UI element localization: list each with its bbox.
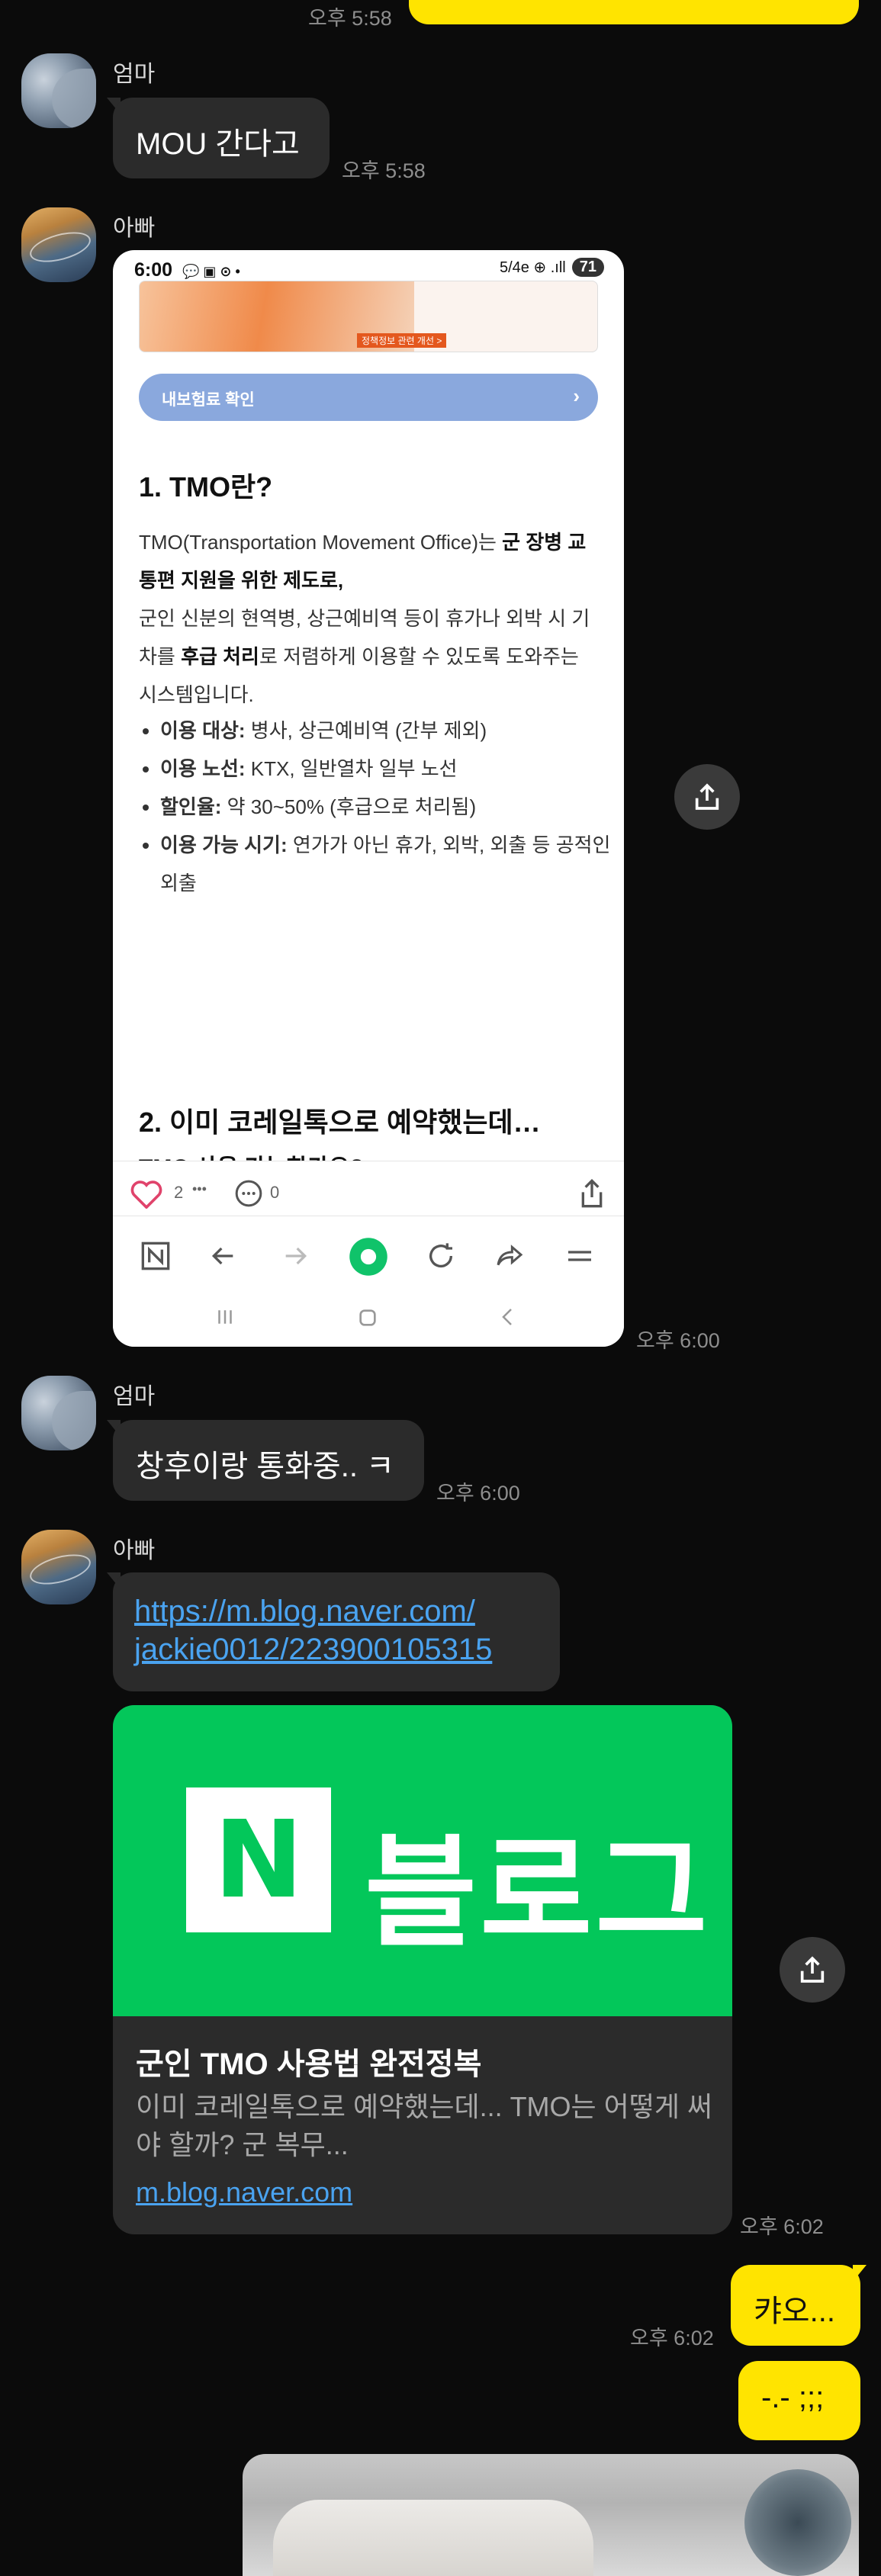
message-bubble[interactable]: MOU 간다고 (113, 98, 330, 178)
home-dot-icon (349, 1238, 387, 1276)
link-message-bubble[interactable]: https://m.blog.naver.com/ jackie0012/223… (113, 1572, 560, 1691)
outgoing-bubble-partial (409, 0, 859, 24)
my-message-bubble[interactable]: 캬오... (731, 2265, 860, 2346)
bullet-label: 이용 가능 시기: (160, 834, 288, 856)
bullet-text: 병사, 상근예비역 (간부 제외) (245, 719, 487, 742)
back-arrow-icon (211, 1247, 233, 1265)
signal-icon: 5/4e ⊕ .ıll (499, 259, 566, 276)
card-description: 이미 코레일톡으로 예약했는데... TMO는 어떻게 써야 할까? 군 복무.… (136, 2091, 713, 2160)
status-time-text: 6:00 (134, 259, 173, 281)
bullet-item: 이용 가능 시기: 연가가 아닌 휴가, 외박, 외출 등 공적인 외출 (160, 826, 618, 902)
blog-brand-text: 블로그 (365, 1821, 711, 1964)
card-url[interactable]: m.blog.naver.com (136, 2176, 352, 2208)
thumbnail-label: 정책정보 관련 개선 > (357, 333, 447, 348)
message-text: -.- ;;; (761, 2381, 825, 2414)
shared-photo[interactable] (243, 2454, 859, 2576)
avatar-dad[interactable] (21, 1530, 96, 1604)
heart-icon (130, 1180, 162, 1209)
article-paragraph: TMO(Transportation Movement Office)는 군 장… (139, 523, 596, 714)
avatar-mom[interactable] (21, 53, 96, 128)
like-count: 2 (174, 1183, 184, 1202)
bullet-label: 이용 노선: (160, 757, 246, 780)
article-thumbnail: 정책정보 관련 개선 > (139, 281, 598, 352)
my-message-bubble[interactable]: -.- ;;; (738, 2361, 860, 2440)
link-preview-card[interactable]: N 블로그 군인 TMO 사용법 완전정복 이미 코레일톡으로 예약했는데...… (113, 1705, 732, 2234)
bullet-text: 약 30~50% (후급으로 처리됨) (221, 795, 477, 818)
back-icon (502, 1309, 512, 1325)
naver-blog-banner: N 블로그 (113, 1705, 732, 2016)
message-bubble[interactable]: 창후이랑 통화중.. ㅋ (113, 1420, 424, 1501)
link-line: jackie0012/223900105315 (134, 1633, 493, 1666)
menu-icon (568, 1251, 591, 1261)
avatar-mom[interactable] (21, 1376, 96, 1450)
bullet-text: KTX, 일반열차 일부 노선 (245, 757, 458, 780)
button-label: 내보험료 확인 (162, 391, 255, 409)
share-icon (581, 1178, 603, 1208)
message-time: 오후 5:58 (308, 7, 392, 30)
bullet-item: 이용 대상: 병사, 상근예비역 (간부 제외) (160, 711, 618, 750)
share-icon (695, 783, 719, 810)
naver-n-icon (141, 1241, 170, 1270)
post-action-row: 2 ••• 0 (113, 1161, 624, 1222)
message-link[interactable]: https://m.blog.naver.com/ jackie0012/223… (134, 1595, 492, 1666)
forward-arrow-icon (285, 1247, 307, 1265)
article-bullet-list: 이용 대상: 병사, 상근예비역 (간부 제외) 이용 노선: KTX, 일반열… (139, 711, 618, 902)
share-button[interactable] (674, 764, 740, 830)
sender-name: 아빠 (113, 216, 156, 241)
status-time: 6:00 💬 ▣ ⊙ • (134, 259, 240, 281)
naver-n-letter: N (214, 1797, 304, 1922)
share-icon (800, 1956, 825, 1983)
article-heading-1: 1. TMO란? (139, 471, 273, 503)
message-time: 오후 5:58 (342, 159, 426, 182)
browser-toolbar (113, 1216, 624, 1293)
status-right: 5/4e ⊕ .ıll 71 (500, 258, 604, 277)
share-arrow-icon (497, 1245, 523, 1266)
insurance-check-button: 내보험료 확인 › (139, 374, 598, 421)
chevron-right-icon: › (573, 384, 580, 407)
article-heading-cut: TMO 사용 가능한가요? (139, 1148, 364, 1161)
more-dots: ••• (192, 1181, 207, 1196)
message-time: 오후 6:00 (636, 1329, 720, 1352)
message-text: 캬오... (754, 2295, 835, 2328)
para-text: TMO(Transportation Movement Office)는 (139, 531, 503, 554)
message-time: 오후 6:00 (436, 1482, 520, 1505)
comment-icon (235, 1180, 262, 1207)
sender-name: 아빠 (113, 1538, 156, 1563)
naver-n-logo: N (186, 1787, 331, 1932)
refresh-icon (429, 1243, 453, 1268)
message-text: MOU 간다고 (136, 127, 300, 161)
card-title: 군인 TMO 사용법 완전정복 (136, 2048, 482, 2081)
bullet-label: 이용 대상: (160, 719, 246, 742)
link-line: https://m.blog.naver.com/ (134, 1595, 475, 1628)
comment-count: 0 (270, 1183, 280, 1202)
share-button[interactable] (780, 1937, 845, 2003)
photo-object (744, 2469, 851, 2576)
avatar-dad[interactable] (21, 207, 96, 282)
sender-name: 엄마 (113, 62, 156, 87)
bullet-item: 할인율: 약 30~50% (후급으로 처리됨) (160, 788, 618, 826)
home-icon (359, 1309, 376, 1326)
message-text: 창후이랑 통화중.. ㅋ (136, 1450, 394, 1483)
article-heading-2: 2. 이미 코레일톡으로 예약했는데… (139, 1107, 541, 1138)
battery-icon: 71 (571, 258, 604, 277)
recent-apps-icon (218, 1310, 232, 1324)
sender-name: 엄마 (113, 1384, 156, 1409)
bullet-item: 이용 노선: KTX, 일반열차 일부 노선 (160, 750, 618, 788)
message-time: 오후 6:02 (740, 2215, 824, 2238)
bullet-label: 할인율: (160, 795, 222, 818)
para-bold: 후급 처리 (181, 645, 259, 668)
status-icons: 💬 ▣ ⊙ • (182, 264, 240, 279)
system-nav-bar (113, 1292, 624, 1347)
shared-screenshot-image[interactable]: 6:00 💬 ▣ ⊙ • 5/4e ⊕ .ıll 71 정책정보 관련 개선 >… (113, 250, 624, 1347)
message-time: 오후 6:02 (630, 2327, 714, 2350)
photo-object (273, 2500, 593, 2576)
